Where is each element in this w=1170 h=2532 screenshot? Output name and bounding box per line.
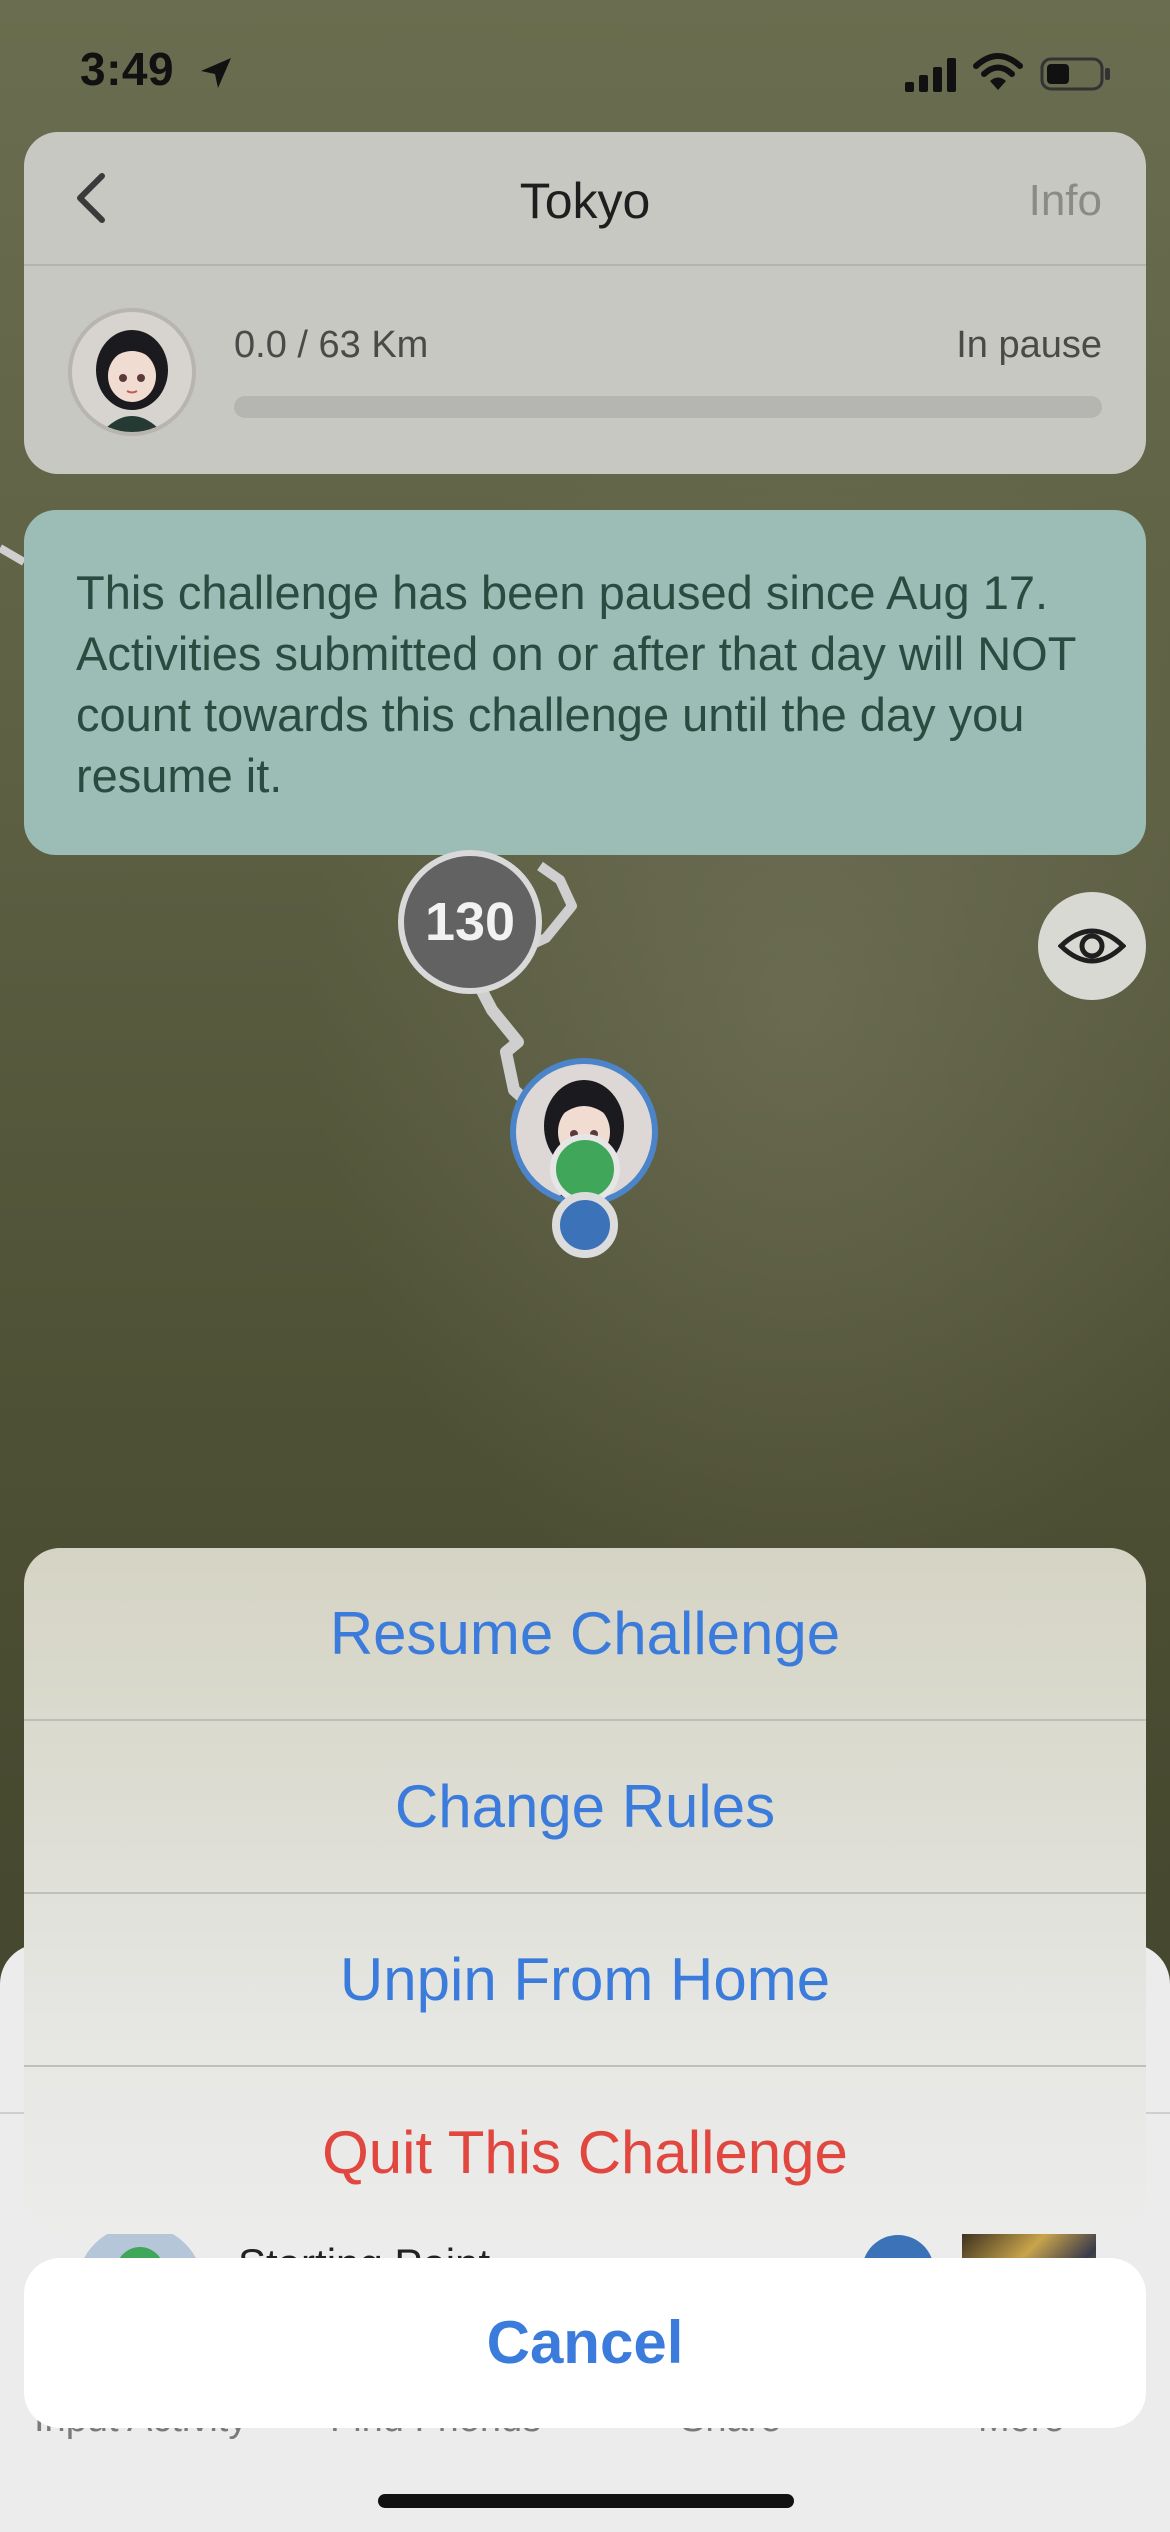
home-indicator[interactable]	[378, 2494, 794, 2508]
distance-marker[interactable]: 130	[398, 850, 542, 994]
status-bar: 3:49	[0, 0, 1170, 140]
route-end-pin[interactable]	[552, 1192, 618, 1258]
back-chevron-icon[interactable]	[62, 168, 122, 228]
wifi-icon	[973, 53, 1023, 90]
avatar[interactable]	[68, 308, 196, 436]
visibility-toggle-button[interactable]	[1038, 892, 1146, 1000]
paused-notice-text: This challenge has been paused since Aug…	[76, 566, 1076, 802]
eye-icon	[1058, 928, 1126, 964]
unpin-from-home-button[interactable]: Unpin From Home	[24, 1894, 1146, 2065]
status-time: 3:49	[80, 43, 175, 95]
quit-challenge-button[interactable]: Quit This Challenge	[24, 2067, 1146, 2234]
header-nav-bar: Tokyo Info	[24, 132, 1146, 266]
challenge-header-card: Tokyo Info 0.0 / 63 Km In pause	[24, 132, 1146, 474]
page-title: Tokyo	[519, 173, 651, 229]
cellular-signal-icon	[905, 58, 956, 92]
paused-notice-banner: This challenge has been paused since Aug…	[24, 510, 1146, 855]
avatar-illustration	[96, 330, 168, 432]
distance-progress-text: 0.0 / 63 Km	[234, 324, 429, 366]
location-arrow-icon	[201, 58, 231, 88]
cancel-button[interactable]: Cancel	[24, 2258, 1146, 2428]
change-rules-button[interactable]: Change Rules	[24, 1721, 1146, 1892]
action-sheet: Resume Challenge Change Rules Unpin From…	[24, 1548, 1146, 2234]
info-button[interactable]: Info	[1029, 176, 1102, 226]
resume-challenge-button[interactable]: Resume Challenge	[24, 1548, 1146, 1719]
status-badge: In pause	[956, 324, 1102, 366]
distance-progress-bar	[234, 396, 1102, 418]
battery-icon	[1040, 57, 1110, 91]
